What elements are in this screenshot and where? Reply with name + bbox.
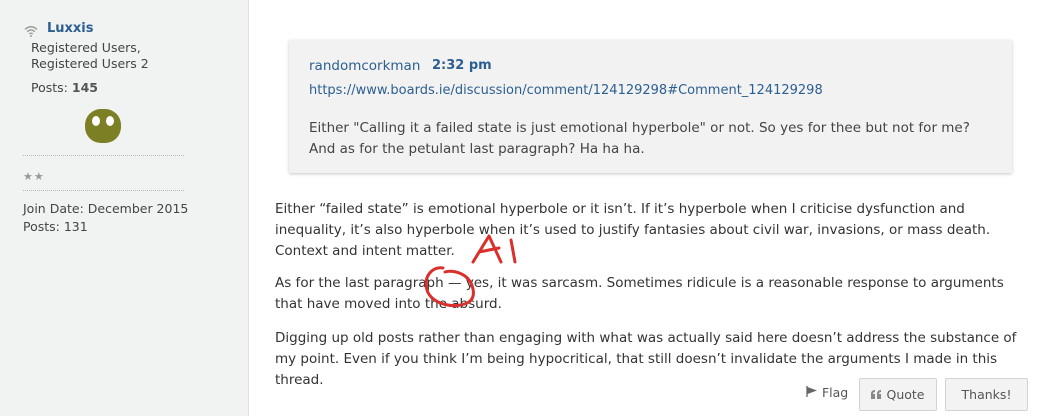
avatar[interactable] [84, 108, 122, 148]
post-paragraph-2: As for the last paragraph — yes, it was … [275, 275, 1004, 312]
thanks-button[interactable]: Thanks! [945, 378, 1028, 411]
rank-stars: ★★ [23, 170, 45, 183]
quote-block: randomcorkman 2:32 pm https://www.boards… [289, 40, 1012, 173]
handwritten-annotation [415, 232, 535, 316]
quote-icon [871, 387, 882, 402]
role-1: Registered Users, [31, 40, 141, 55]
posts-label: Posts: [31, 80, 68, 95]
quote-label: Quote [886, 387, 925, 402]
posts-count: 145 [71, 80, 98, 95]
flag-icon [806, 385, 818, 400]
join-date: Join Date: December 2015 [23, 201, 189, 216]
flag-label: Flag [821, 385, 849, 400]
username-link[interactable]: Luxxis [47, 21, 94, 36]
divider [23, 155, 184, 156]
posts-total: Posts: 131 [23, 219, 88, 234]
post-paragraph-1: Either “failed state” is emotional hyper… [275, 201, 991, 259]
flag-button[interactable]: Flag [806, 385, 848, 400]
user-meta: Join Date: December 2015 Posts: 131 [23, 200, 188, 236]
user-roles: Registered Users, Registered Users 2 [31, 40, 149, 72]
quote-time: 2:32 pm [432, 58, 492, 73]
wifi-icon [24, 22, 38, 41]
quote-author-link[interactable]: randomcorkman [309, 58, 420, 74]
divider [23, 190, 184, 191]
user-sidebar: Luxxis Registered Users, Registered User… [0, 0, 249, 416]
quote-comment-link[interactable]: https://www.boards.ie/discussion/comment… [309, 83, 823, 98]
role-2: Registered Users 2 [31, 56, 149, 71]
quote-text: Either "Calling it a failed state is jus… [309, 120, 970, 157]
posts-count-row: Posts: 145 [31, 80, 98, 95]
quote-button[interactable]: Quote [859, 378, 937, 411]
